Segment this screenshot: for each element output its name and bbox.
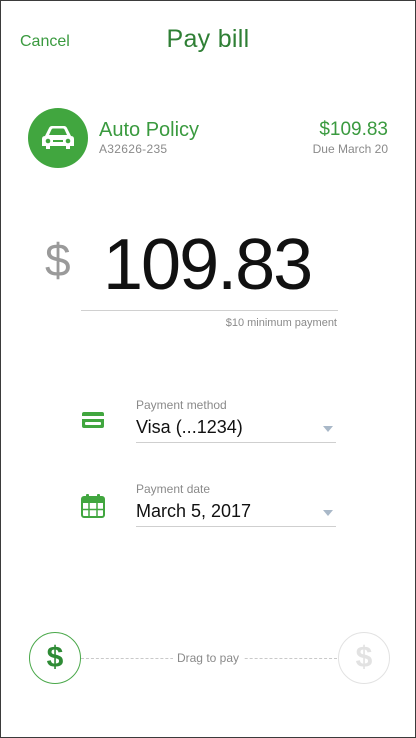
drag-to-pay-target: $ [338, 632, 390, 684]
policy-amount-due: $109.83 [319, 119, 388, 140]
chevron-down-icon [323, 510, 333, 516]
drag-to-pay-text: Drag to pay [172, 651, 244, 665]
drag-to-pay-handle[interactable]: $ [29, 632, 81, 684]
payment-method-select[interactable]: Visa (...1234) [136, 414, 336, 443]
chevron-down-icon [323, 426, 333, 432]
screen-frame: Cancel Pay bill Auto Policy A32626-235 $… [0, 0, 416, 738]
amount-underline [81, 310, 338, 311]
policy-avatar [28, 108, 88, 168]
dollar-icon: $ [46, 641, 64, 674]
policy-number: A32626-235 [99, 142, 168, 156]
car-icon [42, 126, 74, 149]
payment-method-label: Payment method [136, 398, 227, 412]
payment-amount-input[interactable]: 109.83 [103, 225, 338, 305]
minimum-payment-hint: $10 minimum payment [225, 317, 337, 329]
payment-method-value: Visa (...1234) [136, 417, 243, 437]
payment-date-select[interactable]: March 5, 2017 [136, 498, 336, 527]
policy-due-date: Due March 20 [312, 142, 388, 156]
currency-symbol: $ [45, 234, 71, 286]
page-title: Pay bill [166, 25, 250, 53]
policy-name: Auto Policy [99, 119, 200, 141]
payment-date-label: Payment date [136, 482, 211, 496]
dollar-icon: $ [355, 641, 373, 674]
calendar-icon [81, 494, 105, 518]
payment-date-value: March 5, 2017 [136, 501, 252, 521]
credit-card-icon [82, 412, 104, 428]
